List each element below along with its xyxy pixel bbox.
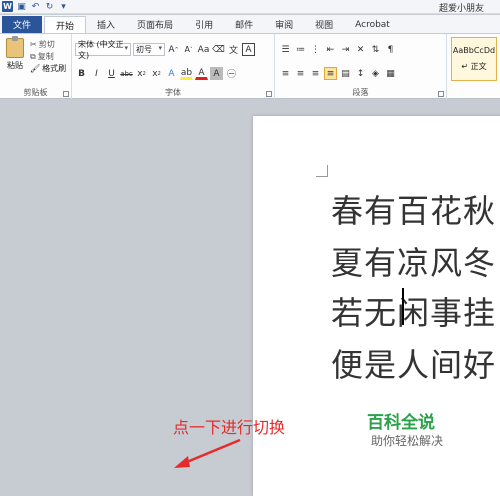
clipboard-group-label: 剪贴板: [23, 88, 48, 97]
watermark-subtitle: 助你轻松解决: [371, 434, 444, 448]
clipboard-group: 粘贴 ✂ 剪切 ⧉ 复制 🖌 格式刷 剪贴板: [0, 34, 72, 99]
poem-line-1[interactable]: 春有百花秋: [331, 186, 496, 232]
quick-access-toolbar: W ▣ ↶ ↻ ▾: [2, 1, 69, 12]
style-normal[interactable]: AaBbCcDd ↵ 正文: [451, 37, 497, 81]
sort-icon[interactable]: ⇅: [369, 43, 382, 56]
tab-page-layout[interactable]: 页面布局: [126, 16, 184, 33]
tab-home[interactable]: 开始: [44, 16, 87, 33]
font-size-select[interactable]: 初号: [133, 43, 165, 56]
text-cursor: [402, 288, 404, 325]
undo-icon[interactable]: ↶: [30, 1, 41, 12]
poem-line-3[interactable]: 若无闲事挂: [331, 288, 496, 334]
ribbon: 粘贴 ✂剪切 ⧉复制 🖌格式刷 剪贴板 宋体 (中文正文) 初号 A^ A˅ A…: [0, 33, 500, 99]
tab-file[interactable]: 文件: [2, 16, 43, 33]
superscript-icon[interactable]: x2: [150, 67, 163, 80]
margin-marker: [316, 165, 328, 177]
decrease-indent-icon[interactable]: ⇤: [324, 43, 337, 56]
font-group-label: 字体: [165, 88, 181, 97]
strikethrough-icon[interactable]: abc: [120, 67, 133, 80]
borders-icon[interactable]: ▦: [384, 67, 397, 80]
clear-format-icon[interactable]: ⌫: [212, 43, 225, 56]
shrink-font-icon[interactable]: A ˅: [182, 43, 195, 56]
font-color-icon[interactable]: A: [195, 67, 208, 80]
copy-button[interactable]: ⧉ 复制: [30, 51, 54, 62]
tab-view[interactable]: 视图: [304, 16, 344, 33]
subscript-icon[interactable]: x2: [135, 67, 148, 80]
tab-review[interactable]: 审阅: [264, 16, 304, 33]
redo-icon[interactable]: ↻: [44, 1, 55, 12]
annotation-text: 点一下进行切换: [173, 418, 286, 437]
text-effects-icon[interactable]: A: [165, 67, 178, 80]
style-name: ↵ 正文: [461, 62, 487, 71]
paste-button[interactable]: 粘贴: [4, 36, 26, 71]
chinese-layout-icon[interactable]: ✕: [354, 43, 367, 56]
user-name: 超爱小朋友: [438, 4, 484, 14]
bold-icon[interactable]: B: [75, 67, 88, 80]
tab-acrobat[interactable]: Acrobat: [344, 16, 401, 33]
word-app-icon[interactable]: W: [2, 1, 13, 12]
copy-icon: ⧉: [30, 51, 36, 61]
character-shading-icon[interactable]: A: [210, 67, 223, 80]
tab-mailings[interactable]: 邮件: [224, 16, 264, 33]
grow-font-icon[interactable]: A ^: [167, 43, 180, 56]
highlight-icon[interactable]: ab: [180, 67, 193, 80]
shading-icon[interactable]: ◈: [369, 67, 382, 80]
paragraph-group: ☰ ≔ ⋮ ⇤ ⇥ ✕ ⇅ ¶ ≡ ≡ ≡ ≡ ▤ ↕ ◈ ▦ 段落: [275, 34, 447, 99]
customize-toolbar-icon[interactable]: ▾: [58, 1, 69, 12]
multilevel-list-icon[interactable]: ⋮: [309, 43, 322, 56]
justify-icon[interactable]: ≡: [324, 67, 337, 80]
ribbon-tabs: 文件 开始 插入 页面布局 引用 邮件 审阅 视图 Acrobat: [0, 15, 500, 33]
poem-line-2[interactable]: 夏有凉风冬: [331, 238, 496, 284]
change-case-icon[interactable]: Aa: [197, 43, 210, 56]
phonetic-guide-icon[interactable]: 文: [227, 43, 240, 56]
poem-line-4[interactable]: 便是人间好: [331, 340, 496, 386]
tab-references[interactable]: 引用: [184, 16, 224, 33]
watermark-title: 百科全说: [367, 413, 435, 433]
brush-icon: 🖌: [30, 64, 41, 73]
paragraph-launcher[interactable]: [438, 91, 444, 97]
align-right-icon[interactable]: ≡: [309, 67, 322, 80]
cut-button[interactable]: ✂ 剪切: [30, 39, 55, 50]
character-border-icon[interactable]: A: [242, 43, 255, 56]
save-icon[interactable]: ▣: [16, 1, 27, 12]
tab-insert[interactable]: 插入: [86, 16, 126, 33]
paste-label: 粘贴: [7, 61, 23, 70]
increase-indent-icon[interactable]: ⇥: [339, 43, 352, 56]
enclosed-character-icon[interactable]: ㊀: [225, 67, 238, 80]
font-family-select[interactable]: 宋体 (中文正文): [75, 40, 131, 60]
align-center-icon[interactable]: ≡: [294, 67, 307, 80]
bullets-icon[interactable]: ☰: [279, 43, 292, 56]
italic-icon[interactable]: I: [90, 67, 103, 80]
align-left-icon[interactable]: ≡: [279, 67, 292, 80]
format-painter-button[interactable]: 🖌 格式刷: [30, 63, 66, 74]
annotation-arrow-icon: [174, 438, 241, 468]
style-sample: AaBbCcDd: [452, 46, 496, 55]
paragraph-group-label: 段落: [352, 88, 369, 97]
line-spacing-icon[interactable]: ↕: [354, 67, 367, 80]
distributed-icon[interactable]: ▤: [339, 67, 352, 80]
scissors-icon: ✂: [30, 40, 37, 49]
numbering-icon[interactable]: ≔: [294, 43, 307, 56]
paste-icon: [6, 36, 24, 58]
font-launcher[interactable]: [266, 91, 272, 97]
title-bar: W ▣ ↶ ↻ ▾ 超爱小朋友: [0, 0, 500, 14]
show-marks-icon[interactable]: ¶: [384, 43, 397, 56]
font-group: 宋体 (中文正文) 初号 A^ A˅ Aa ⌫ 文 A B I U abc x2…: [72, 34, 275, 99]
clipboard-launcher[interactable]: [63, 91, 69, 97]
underline-icon[interactable]: U: [105, 67, 118, 80]
